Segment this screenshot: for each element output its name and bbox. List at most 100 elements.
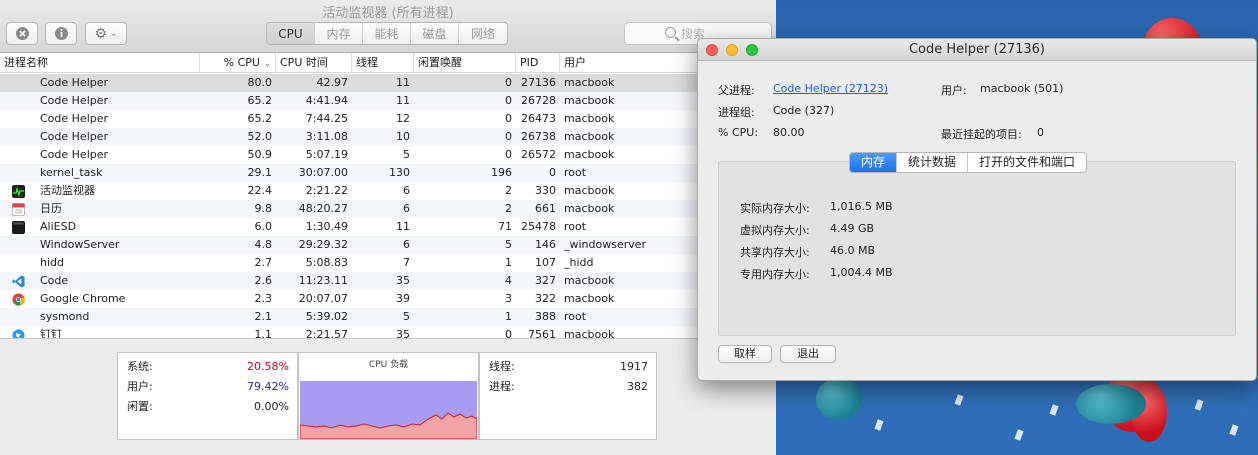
table-row[interactable]: kernel_task 29.1 30:07.00 130 196 0 root: [0, 164, 776, 182]
parent-process-label: 父进程:: [718, 84, 755, 97]
col-cpu[interactable]: % CPU ⌄: [200, 53, 276, 73]
user-stat: 用户: 79.42%: [118, 377, 297, 397]
icon-slot: [0, 74, 36, 92]
pid: 0: [549, 166, 556, 179]
cpu-time: 3:11.08: [305, 130, 348, 143]
recent-hang-label: 最近挂起的项目:: [941, 128, 1022, 141]
system-value: 20.58%: [247, 360, 289, 373]
pid: 661: [535, 202, 556, 215]
cpu-percent: 52.0: [247, 130, 273, 143]
table-row[interactable]: Code 2.6 11:23.11 35 4 327 macbook: [0, 272, 776, 290]
user: _windowserver: [564, 238, 647, 251]
tab-statistics[interactable]: 统计数据: [897, 153, 969, 172]
table-row[interactable]: Code Helper 65.2 7:44.25 12 0 26473 macbook: [0, 110, 776, 128]
inspector-title: Code Helper (27136): [908, 42, 1046, 57]
col-cpu-time[interactable]: CPU 时间: [276, 53, 352, 73]
table-row[interactable]: Google Chrome 2.3 20:07.07 39 3 322 macbook: [0, 290, 776, 308]
inspector-titlebar: Code Helper (27136): [698, 39, 1256, 61]
icon-slot: [0, 110, 36, 128]
memory-panel: 实际内存大小: 1,016.5 MB 虚拟内存大小: 4.49 GB 共享内存大…: [718, 161, 1236, 336]
cpu-percent: 65.2: [247, 94, 273, 107]
cpu-stats-panel: 系统: 20.58% 用户: 79.42% 闲置: 0.00% CPU 负载 线…: [0, 338, 776, 455]
cpu-percent: 50.9: [247, 148, 273, 161]
tab-cpu[interactable]: CPU: [267, 23, 315, 44]
cpu-time: 5:07.19: [305, 148, 348, 161]
memory-value: 1,004.4 MB: [830, 266, 893, 279]
cpu-percent: 6.0: [254, 220, 273, 233]
user: macbook: [564, 148, 615, 161]
memory-row-private: 专用内存大小: 1,004.4 MB: [740, 266, 893, 282]
inspect-button[interactable]: [45, 22, 77, 45]
table-row[interactable]: WindowServer 4.8 29:29.32 6 5 146 _windowserve…: [0, 236, 776, 254]
col-threads[interactable]: 线程: [352, 53, 414, 73]
user: macbook: [564, 292, 615, 305]
cpu-time: 5:39.02: [305, 310, 348, 323]
cpu-usage-box: 系统: 20.58% 用户: 79.42% 闲置: 0.00%: [117, 352, 298, 440]
pid: 27136: [521, 76, 556, 89]
table-row[interactable]: sysmond 2.1 5:39.02 5 1 388 root: [0, 308, 776, 326]
idle-wakeups: 4: [505, 274, 512, 287]
calendar-icon: [0, 200, 36, 218]
col-user[interactable]: 用户: [560, 53, 642, 73]
cpu-label: % CPU:: [718, 126, 759, 139]
thread-count: 5: [403, 148, 410, 161]
pid: 330: [535, 184, 556, 197]
process-name: Google Chrome: [40, 292, 126, 305]
pid: 322: [535, 292, 556, 305]
close-process-button[interactable]: [6, 22, 38, 45]
idle-wakeups: 2: [505, 184, 512, 197]
processes-stat: 进程: 382: [480, 377, 656, 397]
confetti: [1049, 404, 1059, 416]
tab-disk[interactable]: 磁盘: [411, 23, 459, 44]
balloon: [1076, 384, 1146, 424]
sample-button[interactable]: 取样: [718, 345, 772, 363]
tab-network[interactable]: 网络: [459, 23, 507, 44]
cpu-percent: 2.1: [254, 310, 273, 323]
process-name: Code Helper: [40, 148, 109, 161]
processes-value: 382: [627, 380, 648, 393]
table-row[interactable]: Code Helper 52.0 3:11.08 10 0 26738 macbook: [0, 128, 776, 146]
quit-button[interactable]: 退出: [780, 345, 836, 363]
thread-count: 11: [396, 220, 410, 233]
tab-energy[interactable]: 能耗: [363, 23, 411, 44]
col-pid[interactable]: PID: [516, 53, 560, 73]
table-row[interactable]: AliESD 6.0 1:30.49 11 71 25478 root: [0, 218, 776, 236]
process-name: WindowServer: [40, 238, 120, 251]
memory-row-shared: 共享内存大小: 46.0 MB: [740, 244, 875, 260]
col-name[interactable]: 进程名称: [0, 53, 200, 73]
action-menu-button[interactable]: ⚙ ⌄: [85, 22, 127, 45]
cpu-percent: 29.1: [247, 166, 273, 179]
idle-wakeups: 0: [505, 148, 512, 161]
table-row[interactable]: 日历 9.8 48:20.27 6 2 661 macbook: [0, 200, 776, 218]
idle-wakeups: 0: [505, 94, 512, 107]
process-name: AliESD: [40, 220, 77, 233]
tab-memory[interactable]: 内存: [315, 23, 363, 44]
table-row[interactable]: Code Helper 65.2 4:41.94 11 0 26728 macbook: [0, 92, 776, 110]
col-idle-wakeups[interactable]: 闲置唤醒: [414, 53, 516, 73]
tab-open-files-ports[interactable]: 打开的文件和端口: [968, 153, 1086, 172]
process-group-label: 进程组:: [718, 106, 755, 119]
view-tabs: CPU 内存 能耗 磁盘 网络: [266, 22, 508, 45]
cpu-time: 29:29.32: [298, 238, 348, 251]
icon-slot: [0, 128, 36, 146]
idle-wakeups: 5: [505, 238, 512, 251]
icon-slot: [0, 254, 36, 272]
parent-process-link[interactable]: Code Helper (27123): [773, 82, 888, 95]
cpu-time: 1:30.49: [305, 220, 348, 233]
idle-wakeups: 0: [505, 112, 512, 125]
memory-value: 1,016.5 MB: [830, 200, 893, 213]
thread-count: 130: [389, 166, 410, 179]
table-row[interactable]: Code Helper 50.9 5:07.19 5 0 26572 macbook: [0, 146, 776, 164]
user-label: 用户:: [941, 84, 967, 97]
cpu-percent: 2.3: [254, 292, 273, 305]
cpu-percent: 4.8: [254, 238, 273, 251]
icon-slot: [0, 308, 36, 326]
table-row[interactable]: 活动监视器 22.4 2:21.22 6 2 330 macbook: [0, 182, 776, 200]
table-row[interactable]: hidd 2.7 5:08.83 7 1 107 _hidd: [0, 254, 776, 272]
process-table: Code Helper 80.0 42.97 11 0 27136 macbook Code …: [0, 74, 776, 344]
tab-memory[interactable]: 内存: [850, 153, 898, 172]
table-row[interactable]: Code Helper 80.0 42.97 11 0 27136 macbook: [0, 74, 776, 92]
icon-slot: [0, 146, 36, 164]
idle-wakeups: 0: [505, 130, 512, 143]
idle-wakeups: 3: [505, 292, 512, 305]
